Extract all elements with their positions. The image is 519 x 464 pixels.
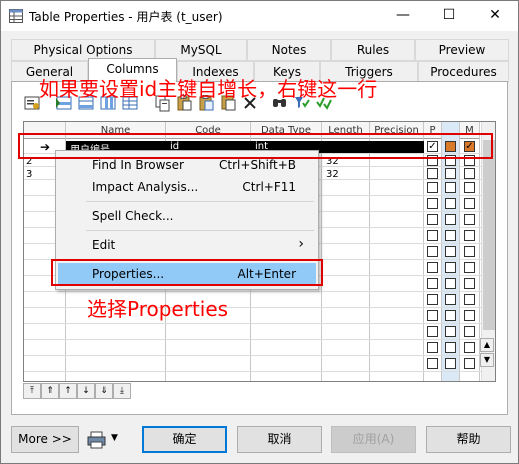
menu-item-label: Find In Browser bbox=[92, 158, 184, 172]
submenu-arrow-icon: › bbox=[298, 236, 304, 252]
foreign-key-checkbox[interactable] bbox=[445, 230, 456, 241]
mandatory-checkbox[interactable] bbox=[464, 342, 475, 353]
primary-key-checkbox[interactable] bbox=[427, 358, 438, 369]
primary-key-checkbox[interactable] bbox=[427, 214, 438, 225]
mandatory-checkbox[interactable] bbox=[464, 278, 475, 289]
mandatory-checkbox[interactable] bbox=[464, 326, 475, 337]
primary-key-checkbox[interactable] bbox=[427, 294, 438, 305]
primary-key-checkbox[interactable] bbox=[427, 198, 438, 209]
row-separator bbox=[24, 339, 495, 340]
foreign-key-checkbox[interactable] bbox=[445, 198, 456, 209]
annotation-right-click-row: 如果要设置id主键自增长，右键这一行 bbox=[39, 77, 378, 101]
annotation-row-highlight-box bbox=[18, 133, 493, 159]
primary-key-checkbox[interactable] bbox=[427, 310, 438, 321]
foreign-key-checkbox[interactable] bbox=[445, 214, 456, 225]
menu-item-edit[interactable]: Edit › bbox=[58, 234, 316, 256]
table-icon bbox=[9, 9, 23, 23]
printer-icon bbox=[87, 431, 106, 449]
scroll-down-icon[interactable]: ▼ bbox=[480, 353, 494, 367]
menu-item-spell-check[interactable]: Spell Check... bbox=[58, 205, 316, 227]
tab-procedures[interactable]: Procedures bbox=[418, 61, 509, 83]
mandatory-checkbox[interactable] bbox=[464, 262, 475, 273]
print-dropdown[interactable]: ▼ bbox=[87, 430, 127, 450]
menu-item-label: Impact Analysis... bbox=[92, 180, 199, 194]
apply-button[interactable]: 应用(A) bbox=[331, 426, 416, 453]
annotation-properties-highlight-box bbox=[51, 259, 323, 286]
mandatory-checkbox[interactable] bbox=[464, 168, 475, 179]
foreign-key-checkbox[interactable] bbox=[445, 310, 456, 321]
move-page-up-icon[interactable]: ⇑ bbox=[41, 383, 59, 399]
scrollbar-thumb[interactable] bbox=[483, 140, 495, 330]
minimize-button[interactable]: — bbox=[380, 1, 426, 31]
menu-separator bbox=[86, 230, 314, 231]
foreign-key-checkbox[interactable] bbox=[445, 168, 456, 179]
move-down-icon[interactable]: ↓ bbox=[77, 383, 95, 399]
menu-separator bbox=[86, 201, 314, 202]
menu-item-shortcut: Ctrl+Shift+B bbox=[219, 158, 296, 172]
maximize-button[interactable]: ☐ bbox=[426, 1, 472, 31]
menu-item-impact-analysis[interactable]: Impact Analysis... Ctrl+F11 bbox=[58, 176, 316, 198]
tab-notes[interactable]: Notes bbox=[247, 39, 331, 61]
row-separator bbox=[24, 371, 495, 372]
primary-key-checkbox[interactable] bbox=[427, 278, 438, 289]
title-bar: Table Properties - 用户表 (t_user) — ☐ ✕ bbox=[1, 1, 518, 31]
mandatory-checkbox[interactable] bbox=[464, 310, 475, 321]
cancel-button[interactable]: 取消 bbox=[237, 426, 322, 453]
foreign-key-checkbox[interactable] bbox=[445, 294, 456, 305]
primary-key-checkbox[interactable] bbox=[427, 182, 438, 193]
col-precision bbox=[370, 122, 424, 381]
menu-item-shortcut: Ctrl+F11 bbox=[242, 180, 296, 194]
menu-item-label: Edit bbox=[92, 238, 116, 252]
foreign-key-checkbox[interactable] bbox=[445, 262, 456, 273]
move-page-down-icon[interactable]: ⇓ bbox=[95, 383, 113, 399]
help-button[interactable]: 帮助 bbox=[426, 426, 511, 453]
window-title: Table Properties - 用户表 (t_user) bbox=[29, 10, 223, 24]
menu-item-label: Spell Check... bbox=[92, 209, 174, 223]
row-separator bbox=[24, 355, 495, 356]
move-up-icon[interactable]: ↑ bbox=[59, 383, 77, 399]
foreign-key-checkbox[interactable] bbox=[445, 326, 456, 337]
primary-key-checkbox[interactable] bbox=[427, 168, 438, 179]
foreign-key-checkbox[interactable] bbox=[445, 246, 456, 257]
foreign-key-checkbox[interactable] bbox=[445, 278, 456, 289]
tab-rules[interactable]: Rules bbox=[331, 39, 415, 61]
primary-key-checkbox[interactable] bbox=[427, 246, 438, 257]
ok-button[interactable]: 确定 bbox=[142, 426, 227, 453]
primary-key-checkbox[interactable] bbox=[427, 326, 438, 337]
close-button[interactable]: ✕ bbox=[472, 1, 518, 31]
primary-key-checkbox[interactable] bbox=[427, 230, 438, 241]
table-properties-window: Table Properties - 用户表 (t_user) — ☐ ✕ Ph… bbox=[0, 0, 519, 464]
scroll-buttons: ▲ ▼ bbox=[480, 338, 494, 384]
annotation-select-properties: 选择Properties bbox=[87, 297, 229, 321]
row-separator bbox=[24, 323, 495, 324]
move-bottom-icon[interactable]: ⤓ bbox=[113, 383, 131, 399]
mandatory-checkbox[interactable] bbox=[464, 230, 475, 241]
mandatory-checkbox[interactable] bbox=[464, 358, 475, 369]
mandatory-checkbox[interactable] bbox=[464, 246, 475, 257]
mandatory-checkbox[interactable] bbox=[464, 214, 475, 225]
primary-key-checkbox[interactable] bbox=[427, 342, 438, 353]
chevron-down-icon: ▼ bbox=[111, 433, 118, 443]
row-separator bbox=[24, 291, 495, 292]
foreign-key-checkbox[interactable] bbox=[445, 342, 456, 353]
tab-preview[interactable]: Preview bbox=[415, 39, 509, 61]
mandatory-checkbox[interactable] bbox=[464, 294, 475, 305]
foreign-key-checkbox[interactable] bbox=[445, 182, 456, 193]
mandatory-checkbox[interactable] bbox=[464, 198, 475, 209]
move-top-icon[interactable]: ⤒ bbox=[23, 383, 41, 399]
cell-length[interactable]: 32 bbox=[326, 169, 339, 180]
primary-key-checkbox[interactable] bbox=[427, 262, 438, 273]
foreign-key-checkbox[interactable] bbox=[445, 358, 456, 369]
scroll-up-icon[interactable]: ▲ bbox=[480, 338, 494, 352]
mandatory-checkbox[interactable] bbox=[464, 182, 475, 193]
more-button[interactable]: More >> bbox=[11, 426, 79, 453]
